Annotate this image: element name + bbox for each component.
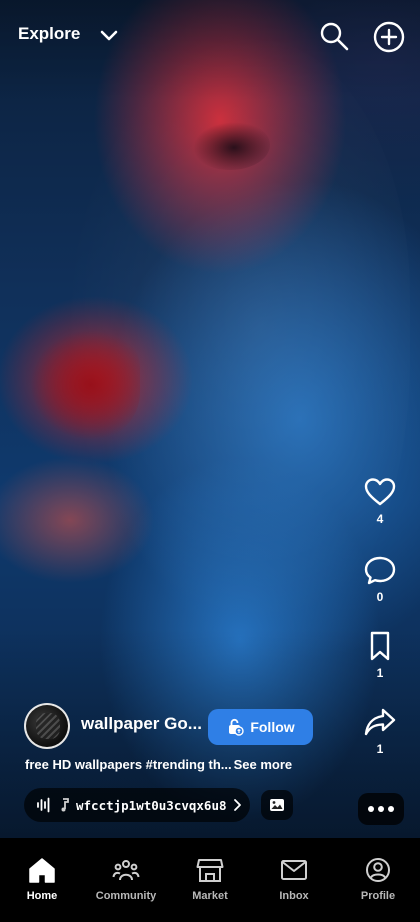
nav-item-community[interactable]: Community	[84, 838, 168, 922]
market-icon	[196, 859, 224, 882]
like-count: 4	[376, 512, 384, 526]
more-options-button[interactable]	[358, 793, 404, 825]
author-name[interactable]: wallpaper Go...	[81, 714, 202, 734]
dot-icon	[368, 806, 374, 812]
caption-text: free HD wallpapers #trending th...	[25, 757, 232, 772]
nav-item-home[interactable]: Home	[0, 838, 84, 922]
nav-label: Inbox	[279, 890, 309, 902]
follow-button[interactable]: Follow	[208, 709, 313, 745]
share-icon[interactable]	[363, 706, 397, 738]
top-bar: Explore	[0, 14, 420, 58]
profile-icon	[366, 858, 390, 882]
comment-action[interactable]: 0	[358, 554, 402, 604]
screen: Explore 4 0 1 1 wallpaper Go... Follow f…	[0, 0, 420, 922]
bottom-nav: Home Community Market Inbox Profile	[0, 838, 420, 922]
gallery-button[interactable]	[261, 790, 293, 820]
follow-label: Follow	[250, 719, 295, 735]
avatar[interactable]	[24, 703, 70, 749]
nav-item-profile[interactable]: Profile	[336, 838, 420, 922]
nav-label: Market	[192, 890, 228, 902]
image-icon	[270, 799, 284, 811]
dot-icon	[388, 806, 394, 812]
chevron-down-icon[interactable]	[98, 24, 120, 46]
nav-label: Profile	[360, 890, 396, 902]
soundwave-icon	[37, 797, 50, 813]
dot-icon	[378, 806, 384, 812]
follow-badge-icon	[229, 718, 245, 736]
music-note-icon	[61, 798, 69, 812]
like-action[interactable]: 4	[358, 476, 402, 526]
share-action[interactable]: 1	[358, 706, 402, 756]
search-icon[interactable]	[318, 20, 350, 52]
mail-icon	[281, 860, 307, 880]
community-icon	[112, 860, 140, 881]
nav-item-inbox[interactable]: Inbox	[252, 838, 336, 922]
heart-icon[interactable]	[363, 476, 397, 508]
see-more-link[interactable]: See more	[234, 757, 293, 772]
bookmark-icon[interactable]	[363, 630, 397, 662]
comment-icon[interactable]	[363, 554, 397, 586]
post-caption[interactable]: free HD wallpapers #trending th... See mo…	[25, 757, 325, 772]
nav-item-market[interactable]: Market	[168, 838, 252, 922]
save-count: 1	[376, 666, 384, 680]
sound-pill[interactable]: wfcctjp1wt0u3cvqx6u8	[24, 788, 250, 822]
home-icon	[29, 858, 55, 883]
comment-count: 0	[376, 590, 384, 604]
feed-label[interactable]: Explore	[18, 24, 80, 44]
save-action[interactable]: 1	[358, 630, 402, 680]
nav-label: Community	[95, 890, 157, 902]
plus-circle-icon[interactable]	[372, 20, 406, 54]
sound-title: wfcctjp1wt0u3cvqx6u8	[76, 797, 226, 813]
nav-label: Home	[26, 890, 58, 902]
chevron-right-icon	[234, 799, 241, 811]
share-count: 1	[376, 742, 384, 756]
